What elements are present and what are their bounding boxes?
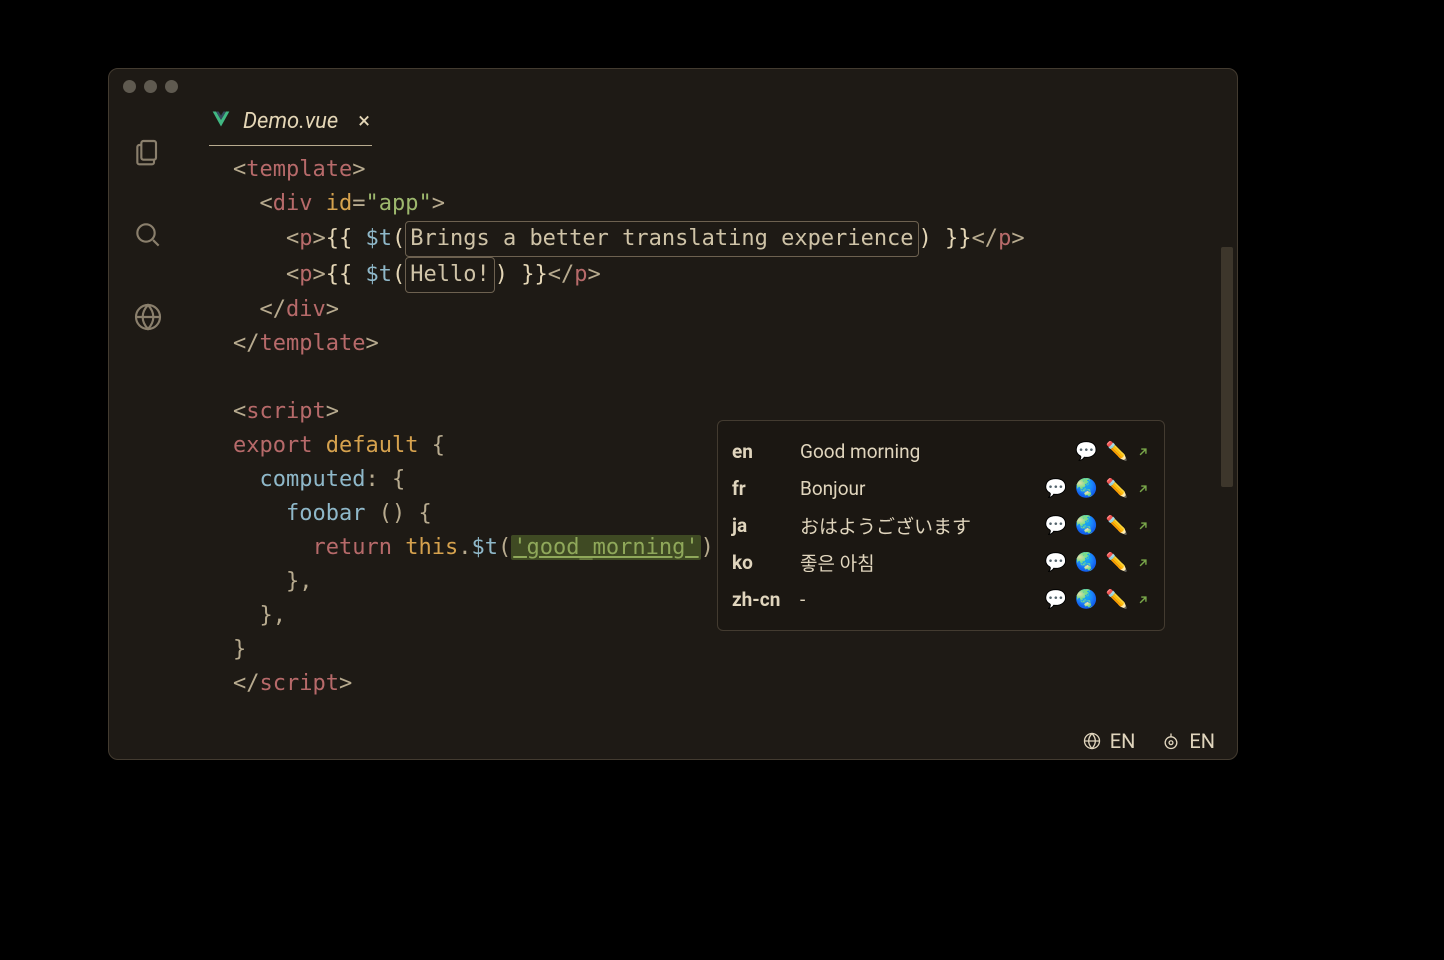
target-icon	[1161, 731, 1181, 751]
globe-icon	[1082, 731, 1102, 751]
traffic-light-close[interactable]	[123, 80, 136, 93]
translation-lang: zh-cn	[732, 588, 800, 611]
pencil-icon[interactable]: ✏️	[1106, 589, 1128, 610]
speech-icon[interactable]: 💬	[1075, 441, 1097, 462]
speech-icon[interactable]: 💬	[1045, 589, 1067, 610]
tab-bar: Demo.vue ×	[187, 103, 1237, 147]
i18n-globe-icon[interactable]	[132, 301, 164, 337]
tab-filename: Demo.vue	[243, 109, 338, 134]
translation-lang: ja	[732, 514, 800, 537]
editor-window: Demo.vue × <template> <div id="app"> <p>…	[108, 68, 1238, 760]
tab-close-icon[interactable]: ×	[358, 109, 370, 134]
translation-popup: enGood morning💬✏️frBonjour💬🌏✏️jaおはようございま…	[717, 420, 1165, 631]
open-icon[interactable]	[1136, 482, 1150, 496]
globe-icon[interactable]: 🌏	[1075, 478, 1097, 499]
globe-icon[interactable]: 🌏	[1075, 589, 1097, 610]
traffic-light-zoom[interactable]	[165, 80, 178, 93]
activity-bar	[109, 103, 187, 723]
translation-row-ja: jaおはようございます💬 🌏 ✏️	[732, 507, 1150, 544]
traffic-light-minimize[interactable]	[144, 80, 157, 93]
speech-icon[interactable]: 💬	[1045, 515, 1067, 536]
speech-icon[interactable]: 💬	[1045, 552, 1067, 573]
translation-row-fr: frBonjour💬 🌏 ✏️	[732, 470, 1150, 507]
search-icon[interactable]	[132, 219, 164, 255]
translation-lang: ko	[732, 551, 800, 574]
open-icon[interactable]	[1136, 556, 1150, 570]
editor-scrollbar[interactable]	[1221, 247, 1233, 487]
open-icon[interactable]	[1136, 593, 1150, 607]
vue-file-icon	[211, 109, 231, 135]
translation-value: 좋은 아침	[800, 549, 1045, 576]
speech-icon[interactable]: 💬	[1045, 478, 1067, 499]
explorer-icon[interactable]	[132, 137, 164, 173]
translation-lang: fr	[732, 477, 800, 500]
globe-icon[interactable]: 🌏	[1075, 552, 1097, 573]
pencil-icon[interactable]: ✏️	[1106, 441, 1128, 462]
pencil-icon[interactable]: ✏️	[1106, 515, 1128, 536]
translation-value: -	[800, 588, 1045, 611]
translation-value: おはようございます	[800, 512, 1045, 539]
status-bar: EN EN	[109, 723, 1237, 759]
globe-icon[interactable]: 🌏	[1075, 515, 1097, 536]
pencil-icon[interactable]: ✏️	[1106, 552, 1128, 573]
status-display-lang-label: EN	[1110, 729, 1136, 753]
status-display-lang[interactable]: EN	[1082, 729, 1136, 753]
translation-row-ko: ko좋은 아침💬 🌏 ✏️	[732, 544, 1150, 581]
tab-demo-vue[interactable]: Demo.vue ×	[209, 105, 372, 146]
inline-hint-1[interactable]: Brings a better translating experience	[405, 221, 918, 257]
pencil-icon[interactable]: ✏️	[1106, 478, 1128, 499]
translation-row-zh-cn: zh-cn-💬 🌏 ✏️	[732, 581, 1150, 618]
inline-hint-2[interactable]: Hello!	[405, 257, 494, 293]
translation-lang: en	[732, 440, 800, 463]
open-icon[interactable]	[1136, 445, 1150, 459]
window-titlebar	[109, 69, 1237, 103]
translation-value: Good morning	[800, 440, 1075, 463]
translation-value: Bonjour	[800, 477, 1045, 500]
open-icon[interactable]	[1136, 519, 1150, 533]
translation-row-en: enGood morning💬 ✏️	[732, 433, 1150, 470]
status-source-lang-label: EN	[1189, 729, 1215, 753]
status-source-lang[interactable]: EN	[1161, 729, 1215, 753]
